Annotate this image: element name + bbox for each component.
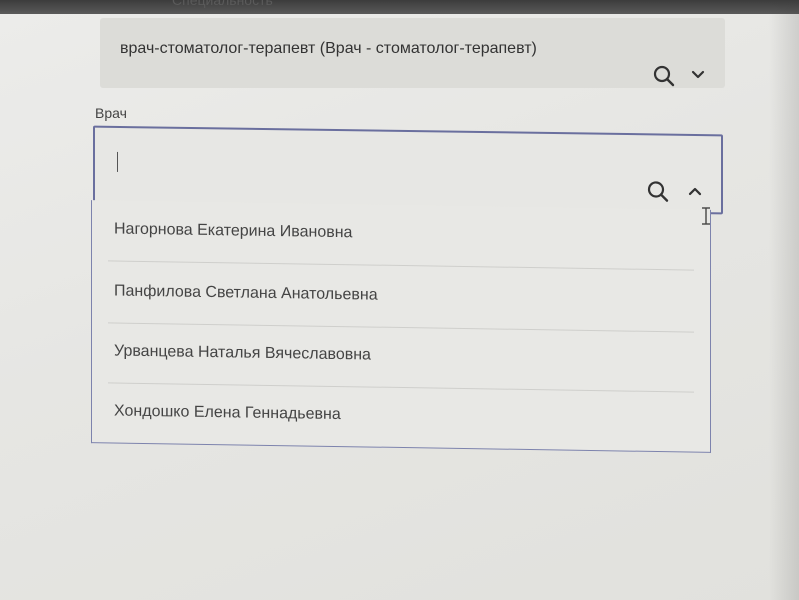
list-item[interactable]: Хондошко Елена Геннадьевна xyxy=(92,382,710,452)
option-label: Хондошко Елена Геннадьевна xyxy=(114,402,341,424)
monitor-bezel xyxy=(0,0,799,14)
list-item[interactable]: Панфилова Светлана Анатольевна xyxy=(92,262,710,332)
specialty-value: врач-стоматолог-терапевт (Врач - стомато… xyxy=(120,40,537,57)
option-label: Панфилова Светлана Анатольевна xyxy=(114,282,378,304)
list-item[interactable]: Урванцева Наталья Вячеславовна xyxy=(92,322,710,392)
specialty-label: Специальность xyxy=(172,0,273,8)
chevron-up-icon[interactable] xyxy=(687,184,703,198)
text-cursor-icon xyxy=(702,207,710,225)
specialty-select[interactable]: врач-стоматолог-терапевт (Врач - стомато… xyxy=(100,18,725,88)
doctor-dropdown-list: Нагорнова Екатерина Ивановна Панфилова С… xyxy=(91,200,711,453)
search-icon[interactable] xyxy=(652,64,676,88)
chevron-down-icon[interactable] xyxy=(690,68,706,82)
monitor-edge xyxy=(769,0,799,600)
text-caret xyxy=(117,151,118,172)
option-label: Нагорнова Екатерина Ивановна xyxy=(114,220,353,242)
option-label: Урванцева Наталья Вячеславовна xyxy=(114,342,371,364)
search-icon[interactable] xyxy=(646,179,670,203)
list-item[interactable]: Нагорнова Екатерина Ивановна xyxy=(92,200,710,270)
doctor-label: Врач xyxy=(95,105,127,121)
